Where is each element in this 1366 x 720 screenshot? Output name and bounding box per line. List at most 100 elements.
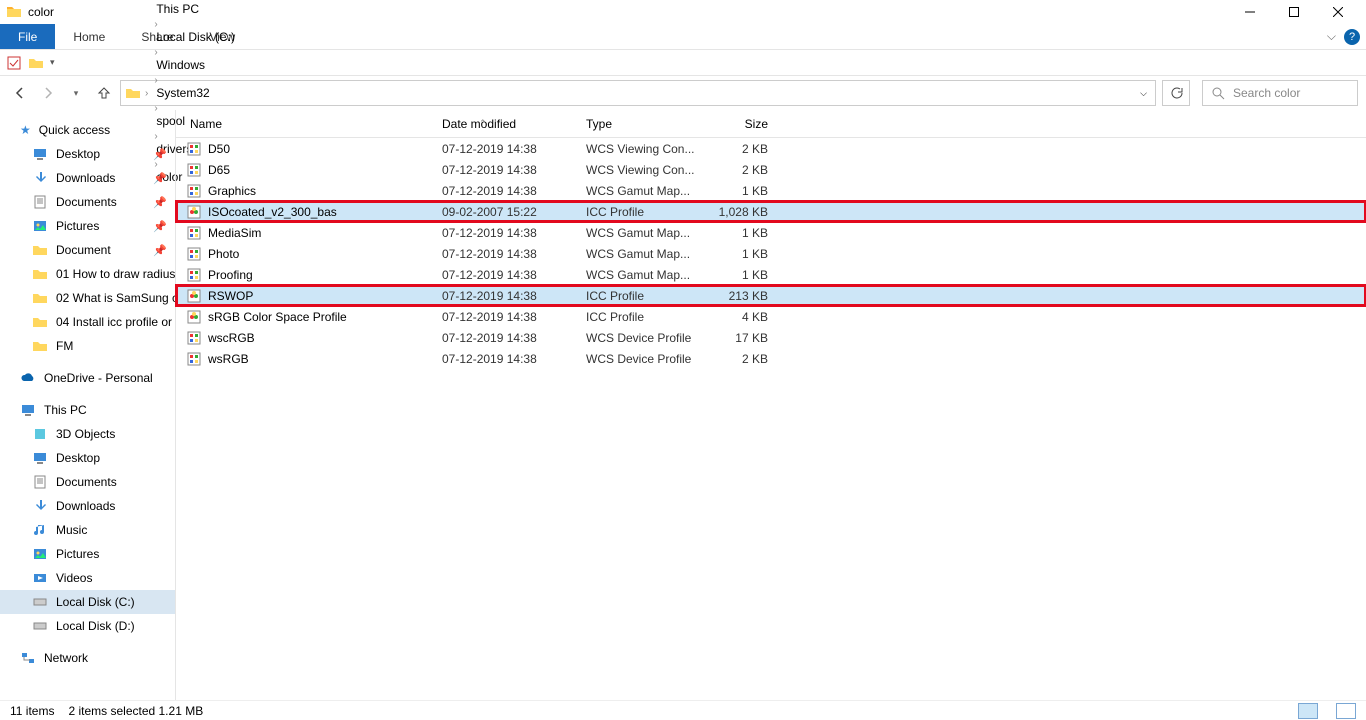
item-label: Downloads	[56, 499, 115, 513]
sidebar-item[interactable]: 01 How to draw radius	[0, 262, 175, 286]
sidebar-item[interactable]: Documents	[0, 470, 175, 494]
view-details-button[interactable]	[1298, 703, 1318, 719]
sidebar-item[interactable]: Pictures📌	[0, 214, 175, 238]
sidebar-item[interactable]: Local Disk (D:)	[0, 614, 175, 638]
column-headers[interactable]: ⌃ Name Date modified Type Size	[176, 110, 1366, 138]
file-name: MediaSim	[208, 226, 442, 240]
item-icon	[32, 426, 48, 442]
breadcrumb-segment[interactable]: Windows	[152, 58, 239, 72]
sidebar-item[interactable]: Documents📌	[0, 190, 175, 214]
view-thumbnails-button[interactable]	[1336, 703, 1356, 719]
file-row[interactable]: Proofing07-12-2019 14:38WCS Gamut Map...…	[176, 264, 1366, 285]
file-row[interactable]: Photo07-12-2019 14:38WCS Gamut Map...1 K…	[176, 243, 1366, 264]
sidebar-item[interactable]: Downloads📌	[0, 166, 175, 190]
tab-file[interactable]: File	[0, 24, 55, 49]
chevron-right-icon[interactable]: ›	[152, 47, 159, 58]
status-bar: 11 items 2 items selected 1.21 MB	[0, 700, 1366, 720]
file-icon	[186, 204, 202, 220]
close-button[interactable]	[1316, 0, 1360, 24]
breadcrumb-segment[interactable]: System32	[152, 86, 239, 100]
file-row[interactable]: ISOcoated_v2_300_bas09-02-2007 15:22ICC …	[176, 201, 1366, 222]
ribbon-collapse-icon[interactable]: ⌵	[1327, 29, 1336, 44]
file-type: ICC Profile	[586, 289, 704, 303]
address-dropdown-icon[interactable]: ⌵	[1140, 88, 1147, 99]
up-button[interactable]	[92, 81, 116, 105]
file-size: 1 KB	[704, 247, 776, 261]
tab-home[interactable]: Home	[55, 24, 123, 49]
sidebar-item[interactable]: 3D Objects	[0, 422, 175, 446]
qat-newfolder-icon[interactable]	[28, 55, 44, 71]
file-name: D65	[208, 163, 442, 177]
search-input[interactable]: Search color	[1202, 80, 1358, 106]
sidebar-onedrive[interactable]: OneDrive - Personal	[0, 366, 175, 390]
file-type: WCS Device Profile	[586, 352, 704, 366]
column-name[interactable]: Name	[186, 117, 442, 131]
file-row[interactable]: sRGB Color Space Profile07-12-2019 14:38…	[176, 306, 1366, 327]
qat-properties-icon[interactable]	[6, 55, 22, 71]
sidebar-item[interactable]: Videos	[0, 566, 175, 590]
file-row[interactable]: MediaSim07-12-2019 14:38WCS Gamut Map...…	[176, 222, 1366, 243]
sidebar-item[interactable]: Desktop📌	[0, 142, 175, 166]
item-icon	[32, 242, 48, 258]
file-date: 07-12-2019 14:38	[442, 268, 586, 282]
file-row[interactable]: D6507-12-2019 14:38WCS Viewing Con...2 K…	[176, 159, 1366, 180]
forward-button[interactable]	[36, 81, 60, 105]
file-icon	[186, 309, 202, 325]
file-date: 07-12-2019 14:38	[442, 163, 586, 177]
maximize-button[interactable]	[1272, 0, 1316, 24]
item-label: Document	[56, 243, 111, 257]
column-date[interactable]: Date modified	[442, 117, 586, 131]
sidebar-quick-access[interactable]: ★ Quick access	[0, 118, 175, 142]
sidebar-item[interactable]: 04 Install icc profile or	[0, 310, 175, 334]
file-date: 07-12-2019 14:38	[442, 226, 586, 240]
sidebar-item[interactable]: Music	[0, 518, 175, 542]
sidebar-item[interactable]: Pictures	[0, 542, 175, 566]
file-icon	[186, 246, 202, 262]
sidebar-this-pc[interactable]: This PC	[0, 398, 175, 422]
file-list: ⌃ Name Date modified Type Size D5007-12-…	[176, 110, 1366, 700]
sidebar-item[interactable]: Local Disk (C:)	[0, 590, 175, 614]
sidebar-item[interactable]: Desktop	[0, 446, 175, 470]
sidebar-network[interactable]: Network	[0, 646, 175, 670]
address-bar[interactable]: › This PC›Local Disk (C:)›Windows›System…	[120, 80, 1156, 106]
column-size[interactable]: Size	[704, 117, 776, 131]
qat-dropdown-icon[interactable]: ▾	[50, 57, 55, 68]
sidebar-item[interactable]: FM	[0, 334, 175, 358]
file-row[interactable]: D5007-12-2019 14:38WCS Viewing Con...2 K…	[176, 138, 1366, 159]
file-row[interactable]: Graphics07-12-2019 14:38WCS Gamut Map...…	[176, 180, 1366, 201]
minimize-button[interactable]	[1228, 0, 1272, 24]
chevron-right-icon[interactable]: ›	[152, 19, 159, 30]
nav-row: ▾ › This PC›Local Disk (C:)›Windows›Syst…	[0, 76, 1366, 110]
file-size: 1,028 KB	[704, 205, 776, 219]
breadcrumb-segment[interactable]: Local Disk (C:)	[152, 30, 239, 44]
file-size: 213 KB	[704, 289, 776, 303]
item-icon	[32, 498, 48, 514]
status-selection: 2 items selected 1.21 MB	[68, 704, 203, 718]
refresh-button[interactable]	[1162, 80, 1190, 106]
file-row[interactable]: wsRGB07-12-2019 14:38WCS Device Profile2…	[176, 348, 1366, 369]
item-label: Desktop	[56, 451, 100, 465]
column-type[interactable]: Type	[586, 117, 704, 131]
star-icon: ★	[20, 123, 31, 137]
file-date: 07-12-2019 14:38	[442, 289, 586, 303]
item-icon	[32, 170, 48, 186]
recent-dropdown[interactable]: ▾	[64, 81, 88, 105]
item-icon	[32, 290, 48, 306]
back-button[interactable]	[8, 81, 32, 105]
sidebar-item[interactable]: Document📌	[0, 238, 175, 262]
item-label: Pictures	[56, 219, 99, 233]
file-name: D50	[208, 142, 442, 156]
sidebar-item[interactable]: Downloads	[0, 494, 175, 518]
breadcrumb-segment[interactable]: This PC	[152, 2, 239, 16]
file-size: 4 KB	[704, 310, 776, 324]
pc-icon	[20, 402, 36, 418]
chevron-right-icon[interactable]: ›	[143, 88, 150, 99]
file-name: Photo	[208, 247, 442, 261]
file-row[interactable]: wscRGB07-12-2019 14:38WCS Device Profile…	[176, 327, 1366, 348]
sidebar-item[interactable]: 02 What is SamSung c	[0, 286, 175, 310]
file-row[interactable]: RSWOP07-12-2019 14:38ICC Profile213 KB	[176, 285, 1366, 306]
file-type: WCS Gamut Map...	[586, 184, 704, 198]
chevron-right-icon[interactable]: ›	[152, 75, 159, 86]
file-size: 2 KB	[704, 142, 776, 156]
help-icon[interactable]: ?	[1344, 29, 1360, 45]
